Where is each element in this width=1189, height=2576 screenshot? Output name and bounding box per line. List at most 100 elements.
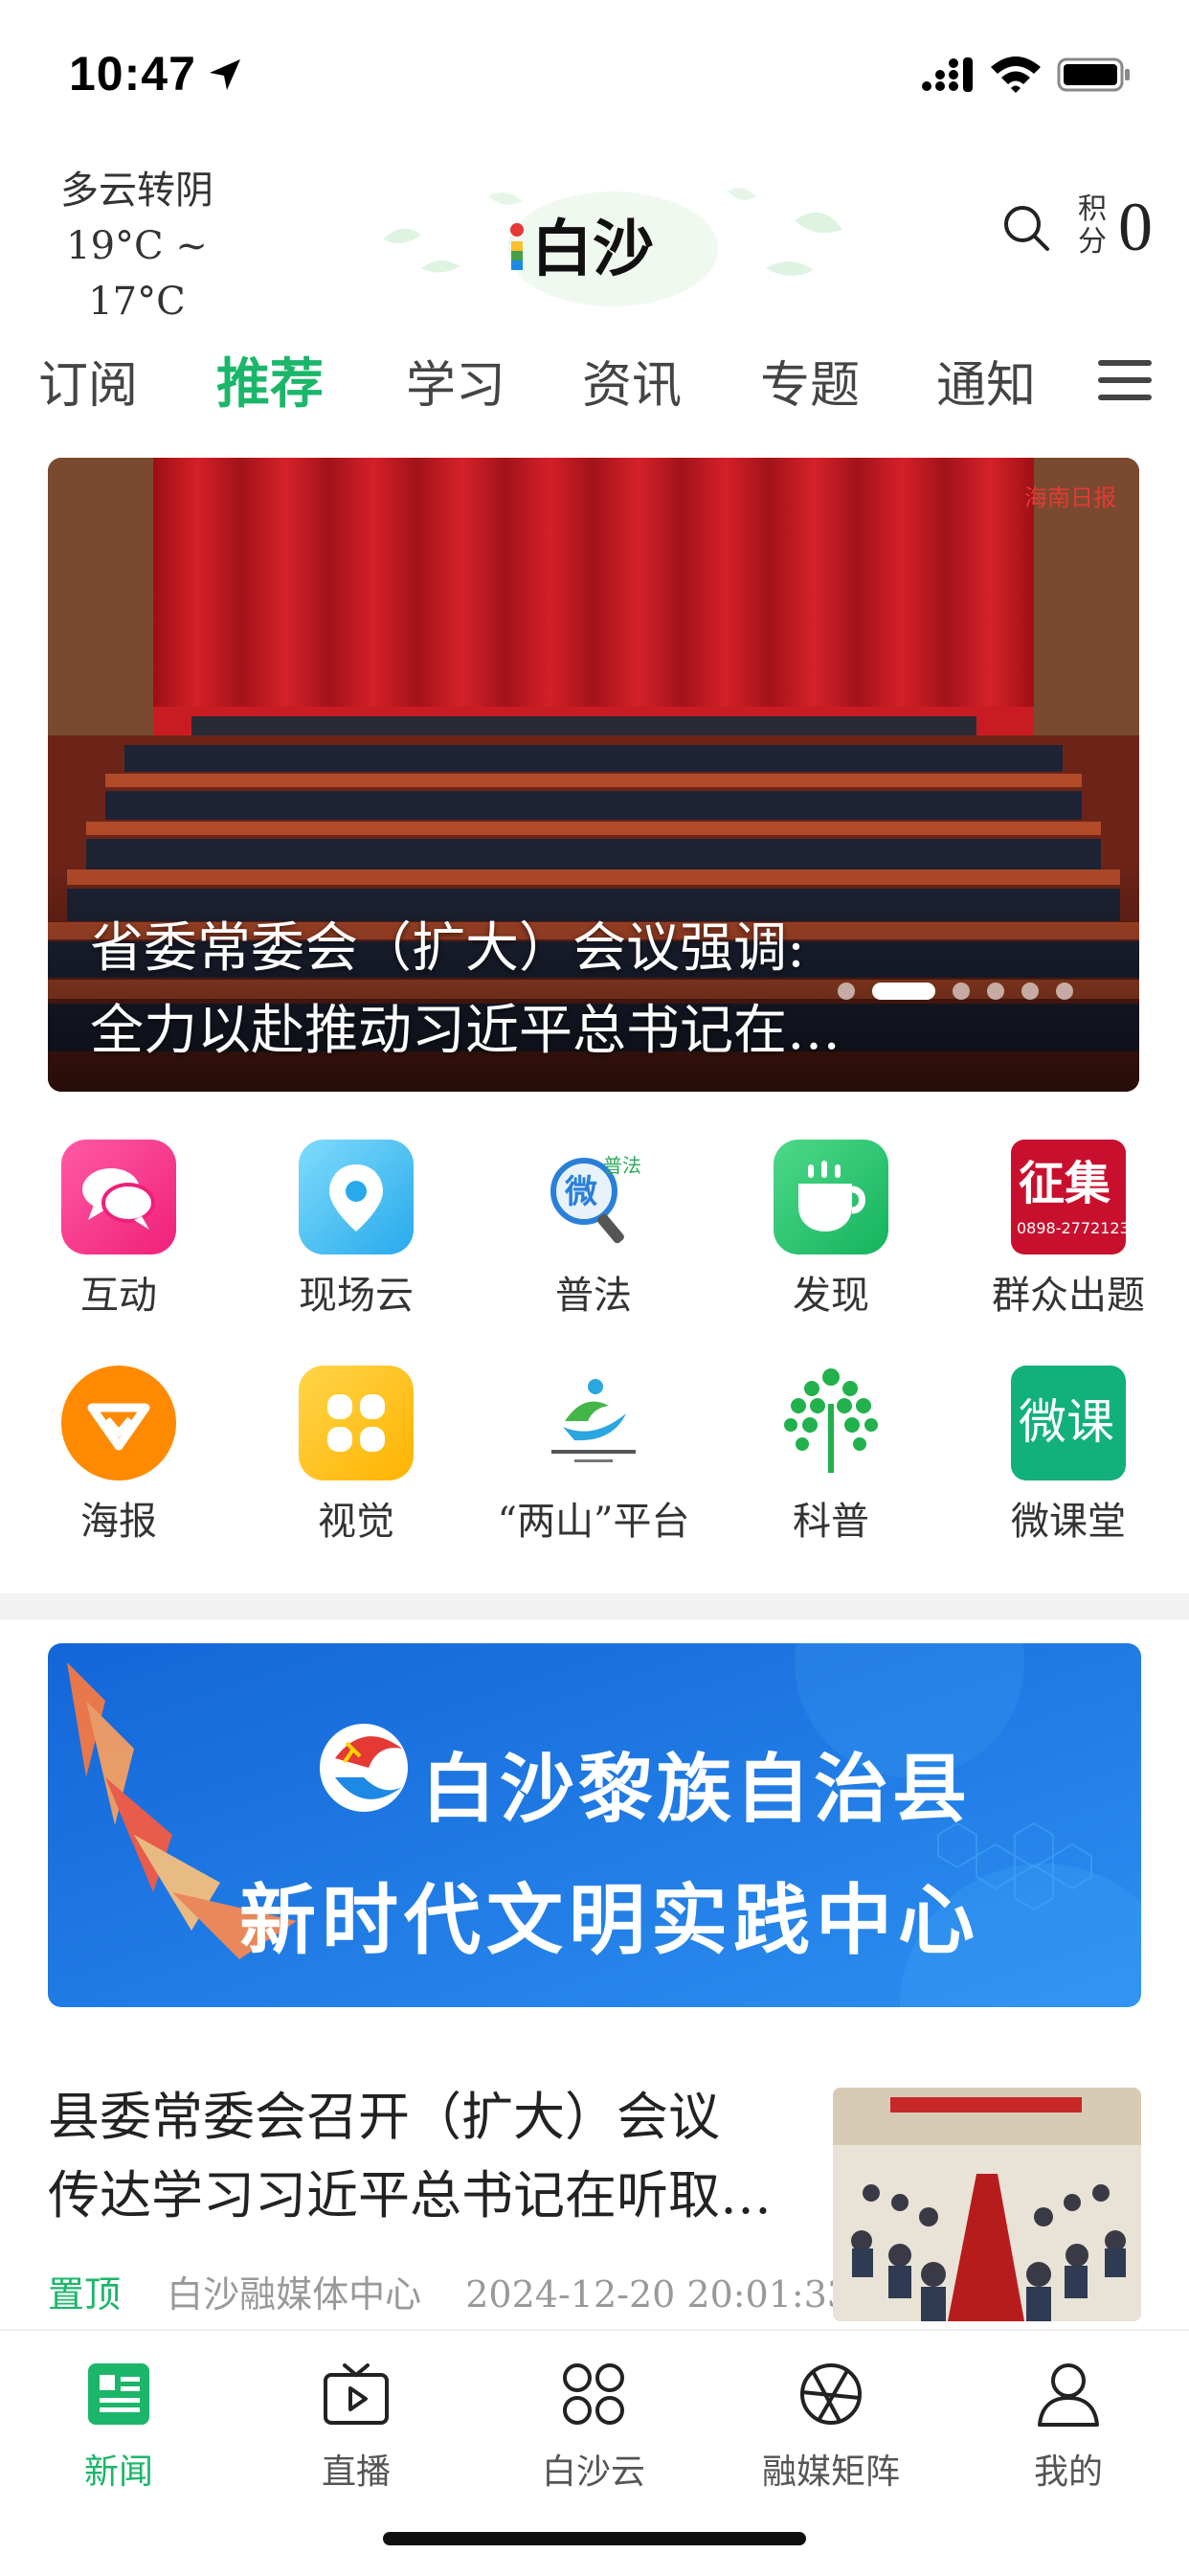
tab-notices[interactable]: 通知 (936, 345, 1036, 417)
nav-label: 融媒矩阵 (761, 2452, 900, 2492)
banner-title: 白沙黎族自治县 (421, 1747, 972, 1833)
quick-link-label: 普法 (555, 1274, 632, 1318)
quick-link-label: 微课堂 (1011, 1500, 1126, 1544)
nav-media-matrix[interactable]: 融媒矩阵 (712, 2348, 950, 2492)
nav-label: 我的 (1033, 2452, 1103, 2492)
quick-link-law[interactable]: 微 普法 普法 (475, 1130, 712, 1341)
news-thumbnail (833, 2088, 1141, 2321)
svg-text:微课: 微课 (1019, 1394, 1114, 1450)
news-title: 县委常委会召开（扩大）会议 传达学习习近平总书记在听取… (48, 2078, 814, 2235)
carousel-dot-active[interactable] (872, 983, 935, 1000)
carousel-dot[interactable] (987, 983, 1004, 1000)
carousel-dot[interactable] (1021, 983, 1039, 1000)
quick-link-visual[interactable]: 视觉 (237, 1356, 475, 1567)
clover-grid-icon (299, 1366, 414, 1480)
quick-link-poster[interactable]: 海报 (0, 1356, 237, 1567)
carousel-dot[interactable] (953, 983, 970, 1000)
matrix-circle-icon (800, 2363, 862, 2425)
carousel-dot[interactable] (838, 983, 855, 1000)
carousel-caption: 省委常委会（扩大）会议强调: 全力以赴推动习近平总书记在… (90, 908, 932, 1073)
wifi-icon (991, 56, 1041, 93)
nav-label: 白沙云 (541, 2452, 645, 2492)
pinned-badge: 置顶 (48, 2273, 122, 2316)
micro-class-icon: 微课 (1011, 1366, 1126, 1480)
battery-icon (1057, 57, 1130, 92)
svg-text:0898-27721234: 0898-27721234 (1017, 1219, 1126, 1237)
category-tabs: 订阅 推荐 学习 资讯 专题 通知 (0, 335, 1189, 431)
nav-live[interactable]: 直播 (237, 2348, 475, 2492)
location-pin-icon (299, 1140, 414, 1254)
logo-text: 白沙 (531, 214, 654, 285)
diamond-badge-icon (61, 1366, 176, 1480)
quick-link-live-cloud[interactable]: 现场云 (237, 1130, 475, 1341)
quick-link-public-questions[interactable]: 征集 0898-27721234 群众出题 (950, 1130, 1187, 1341)
tab-topics[interactable]: 专题 (760, 345, 860, 417)
home-indicator[interactable] (383, 2532, 806, 2545)
status-time: 10:47 (69, 47, 196, 101)
carousel-dot[interactable] (1056, 983, 1073, 1000)
tab-subscribe[interactable]: 订阅 (38, 345, 138, 417)
news-meta: 置顶 白沙融媒体中心 2024-12-20 20:01:33 (48, 2265, 850, 2317)
tab-recommend[interactable]: 推荐 (216, 341, 324, 418)
news-icon (88, 2363, 149, 2425)
app-header: 多云转阴 19°C ~ 17°C 白沙 积分 0 (0, 144, 1189, 326)
civilization-center-banner[interactable]: 白沙黎族自治县 新时代文明实践中心 (48, 1643, 1141, 2007)
points-label: 积分 (1078, 192, 1107, 259)
tv-play-icon (324, 2363, 389, 2425)
headline-carousel[interactable]: 海南日报 省委常委会（扩大）会议强调: 全力以赴推动习近平总书记在… (48, 458, 1139, 1092)
tab-study[interactable]: 学习 (406, 345, 505, 417)
quick-link-label: 互动 (80, 1274, 157, 1318)
law-magnifier-icon: 微 普法 (536, 1140, 651, 1254)
news-list-item[interactable]: 县委常委会召开（扩大）会议 传达学习习近平总书记在听取… 置顶 白沙融媒体中心 … (0, 2068, 1189, 2327)
coffee-cup-icon (774, 1140, 888, 1254)
quick-link-interact[interactable]: 互动 (0, 1130, 237, 1341)
user-icon (1038, 2363, 1099, 2427)
weather-condition: 多云转阴 (60, 169, 213, 213)
quick-link-label: 海报 (80, 1500, 157, 1544)
quick-link-label: 群众出题 (992, 1274, 1145, 1318)
app-logo: 白沙 (383, 188, 842, 306)
status-bar: 10:47 (0, 0, 1189, 144)
quick-link-label: 现场云 (299, 1274, 414, 1318)
carousel-caption-line2: 全力以赴推动习近平总书记在… (90, 1000, 841, 1062)
quick-link-two-mountains[interactable]: “两山”平台 (475, 1356, 712, 1567)
weather-temperature: 19°C ~ 17°C (66, 224, 208, 324)
collect-stamp-icon: 征集 0898-27721234 (1011, 1140, 1126, 1254)
svg-text:普法: 普法 (603, 1154, 641, 1177)
carousel-caption-line1: 省委常委会（扩大）会议强调: (90, 917, 805, 980)
search-icon[interactable] (1001, 203, 1051, 253)
news-timestamp: 2024-12-20 20:01:33 (465, 2273, 851, 2316)
cloud-grid-icon (563, 2363, 624, 2425)
tree-icon (774, 1366, 888, 1480)
news-title-line1: 县委常委会召开（扩大）会议 (48, 2087, 720, 2147)
quick-link-label: 发现 (793, 1274, 869, 1318)
carousel-watermark: 海南日报 (1024, 485, 1116, 511)
news-title-line2: 传达学习习近平总书记在听取… (48, 2165, 772, 2226)
tab-news[interactable]: 资讯 (582, 345, 682, 417)
nav-baisha-cloud[interactable]: 白沙云 (475, 2348, 712, 2492)
quick-links-grid: 互动 现场云 微 普法 普法 发现 征集 0898-2772123 群众出题 海… (0, 1130, 1189, 1580)
points-value: 0 (1118, 189, 1153, 265)
quick-link-discover[interactable]: 发现 (712, 1130, 950, 1341)
chat-bubbles-icon (61, 1140, 176, 1254)
banner-subtitle: 新时代文明实践中心 (239, 1876, 980, 1965)
quick-link-micro-class[interactable]: 微课 微课堂 (950, 1356, 1187, 1567)
section-divider (0, 1593, 1189, 1620)
news-source: 白沙融媒体中心 (167, 2273, 422, 2316)
two-mountains-logo-icon (536, 1366, 651, 1480)
location-arrow-icon (210, 59, 240, 90)
nav-label: 直播 (321, 2452, 391, 2492)
menu-icon[interactable] (1096, 356, 1154, 404)
quick-link-label: 科普 (793, 1500, 869, 1544)
cellular-signal-icon (922, 57, 973, 92)
svg-text:征集: 征集 (1019, 1157, 1110, 1210)
svg-text:微: 微 (564, 1173, 597, 1211)
nav-profile[interactable]: 我的 (950, 2348, 1187, 2492)
quick-link-science[interactable]: 科普 (712, 1356, 950, 1567)
points-display[interactable]: 积分 0 (1078, 189, 1183, 270)
quick-link-label: “两山”平台 (497, 1500, 690, 1544)
weather-widget[interactable]: 多云转阴 19°C ~ 17°C (27, 163, 247, 329)
nav-label: 新闻 (83, 2452, 153, 2492)
quick-link-label: 视觉 (318, 1500, 394, 1544)
nav-news[interactable]: 新闻 (0, 2348, 237, 2492)
